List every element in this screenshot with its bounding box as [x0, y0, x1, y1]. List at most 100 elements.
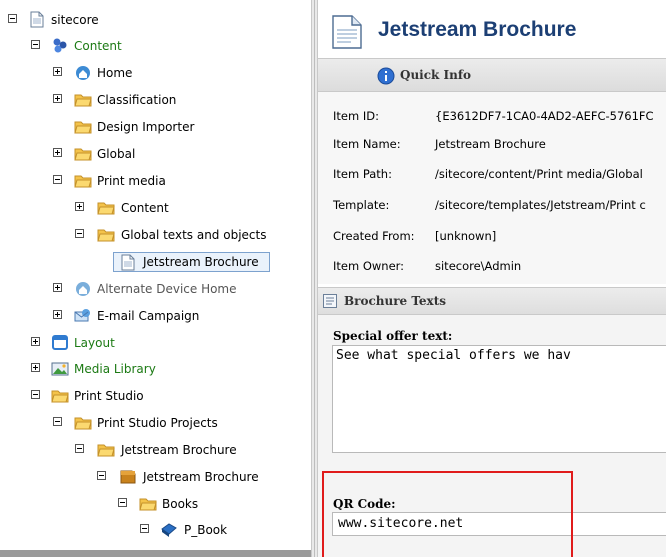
info-value: [unknown]	[435, 229, 497, 243]
expand-toggle[interactable]	[53, 310, 62, 319]
collapse-toggle[interactable]	[75, 444, 84, 453]
tree-item-label: Print media	[97, 174, 166, 188]
tree-item-label: Classification	[97, 93, 177, 107]
pane-splitter[interactable]	[311, 0, 318, 557]
home-icon	[74, 280, 92, 297]
folder-icon	[74, 145, 92, 162]
tree-item-p-book[interactable]: P_Book	[0, 520, 300, 540]
tree-item-classification[interactable]: Classification	[0, 90, 300, 110]
tree-item-label: Media Library	[74, 362, 156, 376]
tree-item-label: sitecore	[51, 13, 99, 27]
info-key: Item Owner:	[333, 259, 405, 273]
folder-icon	[97, 441, 115, 458]
tree-item-alternate-device-home[interactable]: Alternate Device Home	[0, 279, 300, 299]
folder-icon	[74, 414, 92, 431]
expand-toggle[interactable]	[53, 67, 62, 76]
collapse-toggle[interactable]	[53, 175, 62, 184]
collapse-toggle[interactable]	[53, 417, 62, 426]
tree-item-label: Jetstream Brochure	[121, 443, 237, 457]
tree-item-jetstream-brochure-project[interactable]: Jetstream Brochure	[0, 467, 300, 487]
section-label: Brochure Texts	[344, 294, 446, 308]
tree-item-label: Alternate Device Home	[97, 282, 237, 296]
content-icon	[51, 37, 69, 54]
folder-icon	[139, 495, 157, 512]
tree-item-print-content[interactable]: Content	[0, 198, 300, 218]
tree-item-label: Books	[162, 497, 199, 511]
info-key: Item Path:	[333, 167, 392, 181]
info-value: {E3612DF7-1CA0-4AD2-AEFC-5761FC	[435, 109, 654, 123]
quick-info-label: Quick Info	[400, 68, 472, 82]
tree-item-design-importer[interactable]: Design Importer	[0, 117, 300, 137]
tree-item-sitecore[interactable]: sitecore	[0, 10, 300, 30]
tree-item-print-studio[interactable]: Print Studio	[0, 386, 300, 406]
collapse-toggle[interactable]	[8, 14, 17, 23]
special-offer-textarea[interactable]: See what special offers we hav	[332, 345, 666, 453]
tree-item-books[interactable]: Books	[0, 494, 300, 514]
collapse-toggle[interactable]	[140, 524, 149, 533]
tree-item-global-texts[interactable]: Global texts and objects	[0, 225, 300, 245]
expand-toggle[interactable]	[53, 94, 62, 103]
tree-item-label: E-mail Campaign	[97, 309, 200, 323]
folder-icon	[97, 226, 115, 243]
section-header-brochure-texts[interactable]: Brochure Texts	[318, 287, 666, 315]
info-value[interactable]: /sitecore/templates/Jetstream/Print c	[435, 198, 646, 212]
tree-item-label: Print Studio Projects	[97, 416, 218, 430]
page-icon	[28, 11, 46, 28]
tree-item-jetstream-brochure-folder[interactable]: Jetstream Brochure	[0, 440, 300, 460]
tree-item-jetstream-brochure-selected[interactable]: Jetstream Brochure	[113, 252, 270, 272]
tree-item-media-library[interactable]: Media Library	[0, 359, 300, 379]
project-icon	[119, 468, 137, 485]
special-offer-label: Special offer text:	[333, 329, 453, 343]
expand-toggle[interactable]	[31, 337, 40, 346]
page-icon	[119, 254, 137, 271]
editor-header: Jetstream Brochure	[318, 0, 666, 58]
page-title: Jetstream Brochure	[378, 18, 577, 41]
tree-item-home[interactable]: Home	[0, 63, 300, 83]
tree-item-label: Global texts and objects	[121, 228, 267, 242]
info-key: Item ID:	[333, 109, 379, 123]
collapse-toggle[interactable]	[118, 498, 127, 507]
expand-toggle[interactable]	[53, 283, 62, 292]
tree-item-label: Content	[121, 201, 169, 215]
info-key: Template:	[333, 198, 390, 212]
collapse-toggle[interactable]	[75, 229, 84, 238]
folder-icon	[97, 199, 115, 216]
collapse-toggle[interactable]	[31, 40, 40, 49]
content-tree: sitecore Content Home Classification Des…	[0, 0, 311, 557]
info-value: /sitecore/content/Print media/Global	[435, 167, 643, 181]
layout-icon	[51, 334, 69, 351]
tree-item-print-media[interactable]: Print media	[0, 171, 300, 191]
expand-toggle[interactable]	[53, 148, 62, 157]
tree-item-global[interactable]: Global	[0, 144, 300, 164]
tree-item-label: Global	[97, 147, 136, 161]
tree-item-layout[interactable]: Layout	[0, 333, 300, 353]
folder-icon	[74, 118, 92, 135]
tree-item-email-campaign[interactable]: E-mail Campaign	[0, 306, 300, 326]
tree-item-label: Content	[74, 39, 122, 53]
tree-item-print-studio-projects[interactable]: Print Studio Projects	[0, 413, 300, 433]
page-icon	[330, 14, 364, 54]
tree-item-content[interactable]: Content	[0, 36, 300, 56]
section-icon	[322, 293, 338, 313]
book-icon	[160, 521, 178, 538]
collapse-toggle[interactable]	[31, 390, 40, 399]
tree-item-label: Design Importer	[97, 120, 195, 134]
info-key: Item Name:	[333, 137, 401, 151]
folder-icon	[74, 91, 92, 108]
quick-info-panel: Item ID: {E3612DF7-1CA0-4AD2-AEFC-5761FC…	[318, 92, 666, 284]
quick-info-header[interactable]: Quick Info	[318, 58, 666, 92]
tree-item-label: Jetstream Brochure	[143, 470, 259, 484]
tree-item-label: P_Book	[184, 523, 228, 537]
expand-toggle[interactable]	[31, 363, 40, 372]
folder-icon	[74, 172, 92, 189]
tree-item-label: Jetstream Brochure	[143, 255, 259, 269]
horizontal-scrollbar[interactable]	[0, 550, 318, 557]
tree-item-label: Home	[97, 66, 133, 80]
info-value: sitecore\Admin	[435, 259, 522, 273]
tree-item-label: Layout	[74, 336, 115, 350]
qr-code-highlight-box	[322, 471, 573, 557]
home-icon	[74, 64, 92, 81]
folder-icon	[51, 387, 69, 404]
collapse-toggle[interactable]	[97, 471, 106, 480]
expand-toggle[interactable]	[75, 202, 84, 211]
